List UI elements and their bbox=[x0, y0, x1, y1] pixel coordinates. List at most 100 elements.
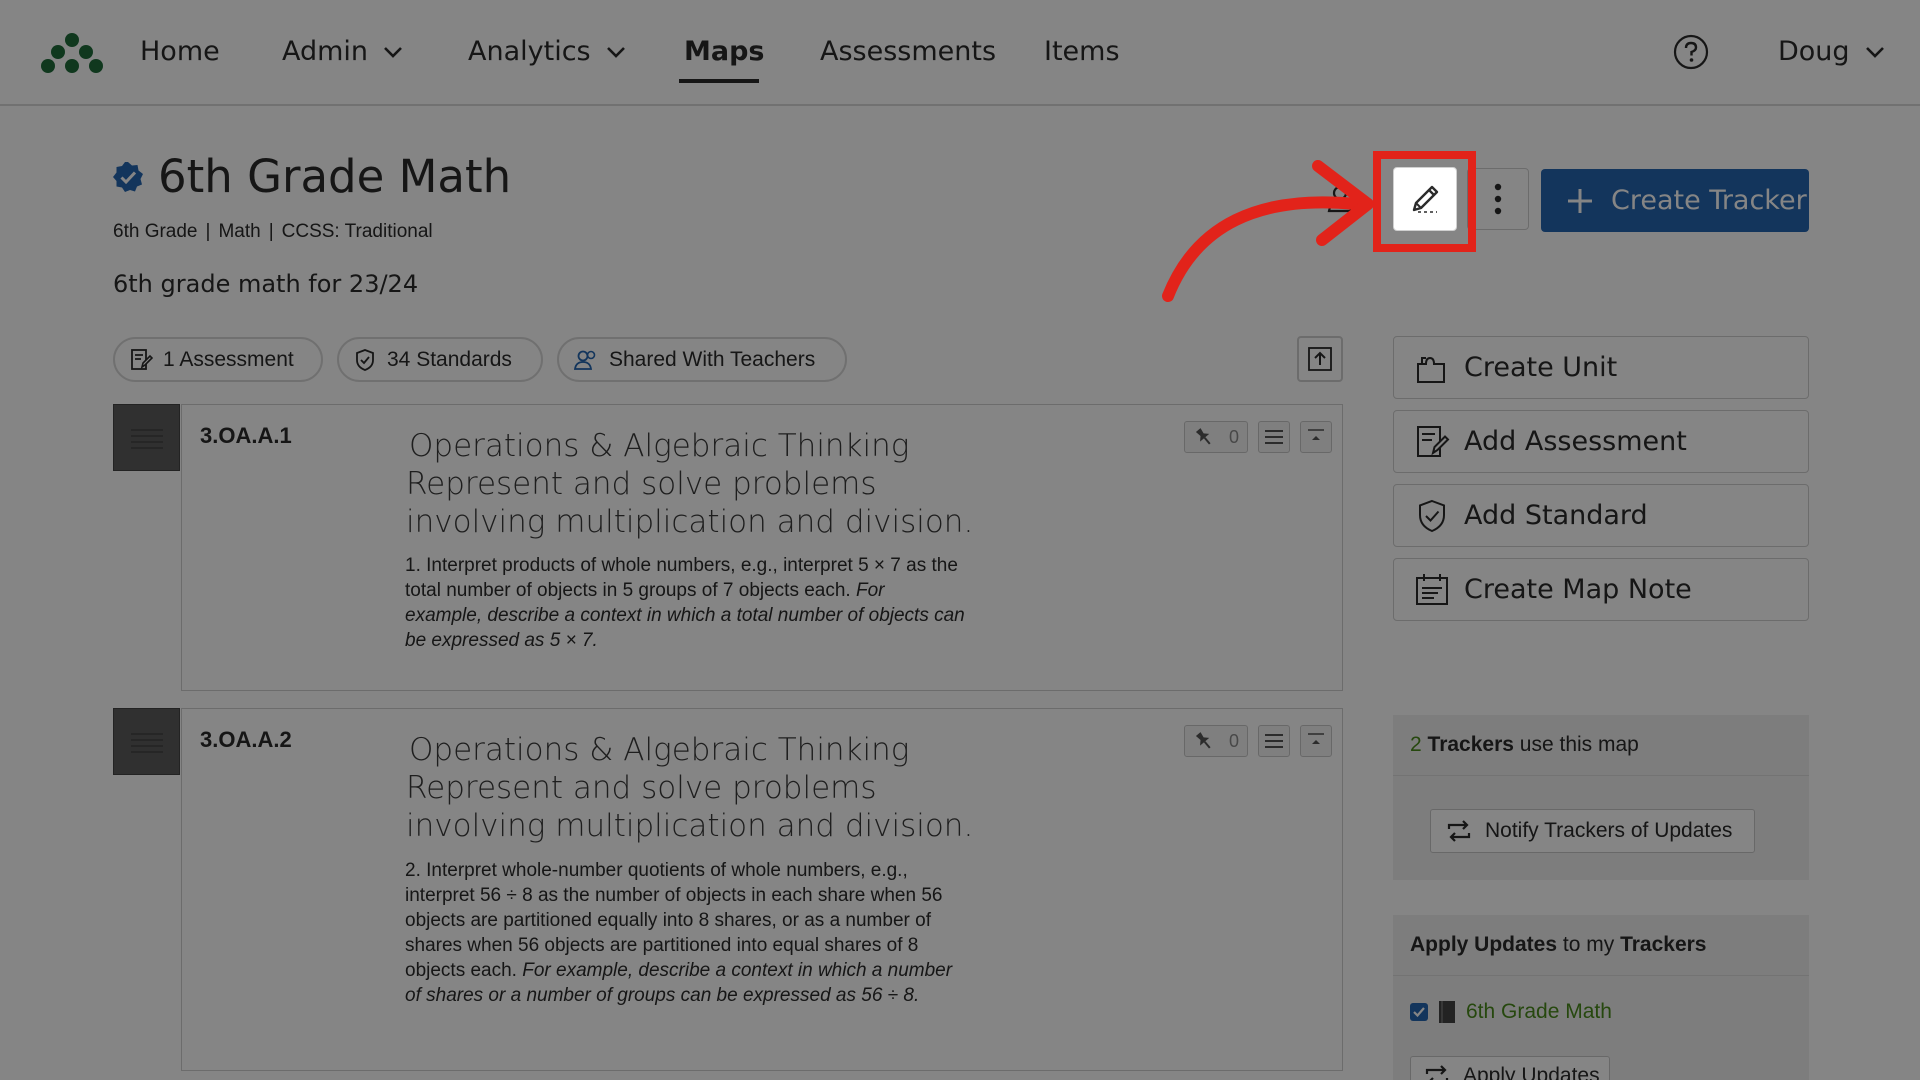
standard-cluster: Represent and solve problems involving m… bbox=[406, 770, 974, 844]
chevron-down-icon bbox=[1865, 46, 1884, 58]
user-menu[interactable]: Doug bbox=[1778, 36, 1886, 67]
pin-count: 0 bbox=[1228, 426, 1239, 447]
shield-check-icon bbox=[356, 348, 374, 371]
card-tools: 0 bbox=[1184, 421, 1332, 453]
collapse-icon bbox=[1308, 429, 1324, 440]
standard-domain: Operations & Algebraic Thinking bbox=[409, 732, 910, 768]
standard-heading: Operations & Algebraic Thinking Represen… bbox=[406, 731, 1006, 845]
page-title: 6th Grade Math bbox=[158, 150, 512, 203]
map-title-row: 6th Grade Math bbox=[112, 150, 511, 203]
assessment-icon bbox=[1417, 425, 1450, 457]
pin-count: 0 bbox=[1228, 730, 1239, 751]
apply-updates-panel: Apply Updates to my Trackers 6th Grade M… bbox=[1393, 915, 1809, 1080]
nav-assessments-label: Assessments bbox=[820, 36, 997, 67]
more-options-button[interactable] bbox=[1467, 168, 1529, 230]
annotation-arrow-icon bbox=[1162, 160, 1374, 302]
drag-handle-icon bbox=[130, 732, 163, 753]
create-unit-label: Create Unit bbox=[1464, 352, 1618, 383]
help-icon[interactable] bbox=[1673, 34, 1709, 70]
trackers-panel-header: 2 Trackers use this map bbox=[1393, 715, 1809, 776]
collapse-button[interactable] bbox=[1300, 421, 1332, 453]
list-view-button[interactable] bbox=[1258, 725, 1290, 757]
create-map-note-label: Create Map Note bbox=[1464, 574, 1692, 605]
apply-updates-prefix: Apply Updates bbox=[1410, 933, 1558, 956]
nav-maps[interactable]: Maps bbox=[684, 36, 765, 67]
shared-pill[interactable]: Shared With Teachers bbox=[557, 337, 847, 382]
apply-updates-button[interactable]: Apply Updates bbox=[1410, 1056, 1610, 1080]
pin-button[interactable]: 0 bbox=[1184, 725, 1248, 757]
shield-check-icon bbox=[1419, 499, 1445, 532]
more-vertical-icon bbox=[1494, 183, 1502, 215]
standard-card[interactable]: 3.OA.A.2 Operations & Algebraic Thinking… bbox=[181, 708, 1343, 1071]
meta-subject: Math bbox=[218, 221, 261, 242]
meta-grade: 6th Grade bbox=[113, 221, 198, 242]
check-icon bbox=[1413, 1007, 1425, 1018]
notify-trackers-button[interactable]: Notify Trackers of Updates bbox=[1430, 809, 1755, 853]
assessments-pill-label: 1 Assessment bbox=[163, 347, 294, 371]
list-icon bbox=[1265, 734, 1283, 748]
collapse-button[interactable] bbox=[1300, 725, 1332, 757]
nav-home[interactable]: Home bbox=[140, 36, 220, 67]
nav-admin[interactable]: Admin bbox=[282, 36, 404, 67]
plus-icon bbox=[1568, 188, 1592, 213]
add-assessment-label: Add Assessment bbox=[1464, 426, 1687, 457]
nav-items-label: Items bbox=[1044, 36, 1120, 67]
apply-updates-trackers: Trackers bbox=[1620, 933, 1707, 956]
list-view-button[interactable] bbox=[1258, 421, 1290, 453]
standard-code: 3.OA.A.1 bbox=[200, 423, 292, 448]
chevron-down-icon bbox=[384, 46, 402, 58]
nav-analytics-label: Analytics bbox=[468, 36, 591, 67]
add-assessment-button[interactable]: Add Assessment bbox=[1393, 410, 1809, 473]
nav-maps-label: Maps bbox=[684, 36, 765, 67]
map-meta: 6th Grade | Math | CCSS: Traditional bbox=[113, 221, 433, 242]
standard-heading: Operations & Algebraic Thinking Represen… bbox=[406, 427, 1006, 541]
sync-arrows-icon bbox=[1425, 1065, 1449, 1080]
chevron-down-icon bbox=[606, 46, 625, 58]
nav-home-label: Home bbox=[140, 36, 220, 67]
nav-active-indicator bbox=[679, 79, 759, 83]
add-standard-button[interactable]: Add Standard bbox=[1393, 484, 1809, 547]
list-icon bbox=[1265, 430, 1283, 444]
shared-pill-label: Shared With Teachers bbox=[609, 347, 816, 371]
users-icon bbox=[573, 350, 596, 370]
note-icon bbox=[1416, 573, 1448, 605]
pin-button[interactable]: 0 bbox=[1184, 421, 1248, 453]
tracker-checkbox[interactable] bbox=[1410, 1003, 1428, 1021]
pin-icon bbox=[1195, 428, 1211, 445]
standard-cluster: Represent and solve problems involving m… bbox=[406, 466, 974, 540]
standard-domain: Operations & Algebraic Thinking bbox=[409, 428, 910, 464]
upload-icon bbox=[1308, 347, 1332, 371]
create-unit-button[interactable]: Create Unit bbox=[1393, 336, 1809, 399]
assessments-pill[interactable]: 1 Assessment bbox=[113, 337, 323, 382]
nav-assessments[interactable]: Assessments bbox=[820, 36, 996, 67]
standard-text: 1. Interpret products of whole numbers, … bbox=[405, 553, 965, 653]
standard-code: 3.OA.A.2 bbox=[200, 727, 292, 752]
tracker-count: 2 bbox=[1410, 733, 1422, 756]
create-tracker-label: Create Tracker bbox=[1611, 185, 1807, 216]
assessment-icon bbox=[131, 348, 153, 370]
create-tracker-button[interactable]: Create Tracker bbox=[1541, 169, 1809, 232]
apply-updates-header: Apply Updates to my Trackers bbox=[1393, 915, 1809, 976]
standards-pill[interactable]: 34 Standards bbox=[337, 337, 543, 382]
add-standard-label: Add Standard bbox=[1464, 500, 1648, 531]
nav-items[interactable]: Items bbox=[1044, 36, 1120, 67]
nav-admin-label: Admin bbox=[282, 36, 369, 67]
nav-analytics[interactable]: Analytics bbox=[468, 36, 627, 67]
map-description: 6th grade math for 23/24 bbox=[113, 270, 419, 298]
puzzle-icon bbox=[1417, 356, 1445, 383]
notify-trackers-label: Notify Trackers of Updates bbox=[1485, 819, 1733, 842]
tracker-name[interactable]: 6th Grade Math bbox=[1466, 1000, 1612, 1024]
standard-card[interactable]: 3.OA.A.1 Operations & Algebraic Thinking… bbox=[181, 404, 1343, 691]
user-name: Doug bbox=[1778, 36, 1850, 67]
export-button[interactable] bbox=[1297, 336, 1343, 382]
tracker-book-icon bbox=[1439, 1001, 1455, 1023]
apply-updates-label: Apply Updates bbox=[1463, 1064, 1600, 1080]
card-tools: 0 bbox=[1184, 725, 1332, 757]
drag-handle[interactable] bbox=[113, 404, 180, 471]
standard-text: 2. Interpret whole-number quotients of w… bbox=[405, 858, 965, 1008]
create-map-note-button[interactable]: Create Map Note bbox=[1393, 558, 1809, 621]
verified-badge-icon bbox=[113, 161, 143, 192]
standards-pill-label: 34 Standards bbox=[387, 347, 512, 371]
drag-handle[interactable] bbox=[113, 708, 180, 775]
logo-icon[interactable] bbox=[40, 32, 104, 74]
